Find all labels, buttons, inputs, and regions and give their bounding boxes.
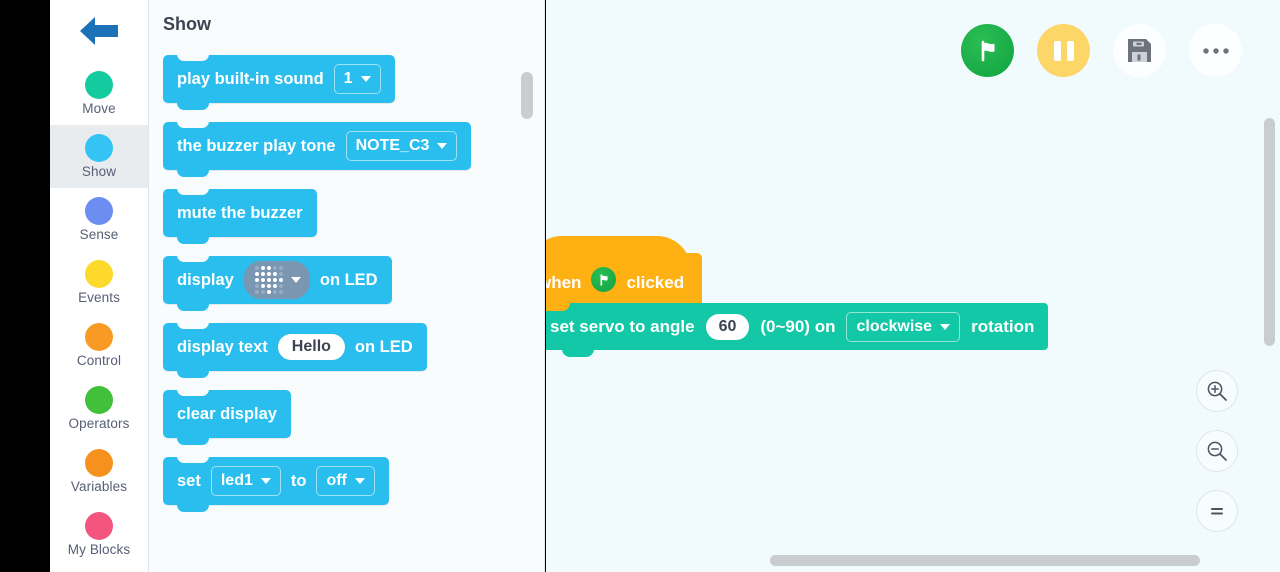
led-matrix-heart-icon	[254, 266, 283, 294]
back-button[interactable]	[50, 0, 148, 62]
script-canvas[interactable]: when clicked set servo to angle 60 (0~9	[546, 0, 1280, 572]
block-label: set	[177, 471, 201, 490]
category-color-dot	[85, 449, 113, 478]
sidebar-item-my-blocks[interactable]: My Blocks	[50, 503, 148, 566]
display-text-on-led-text-input[interactable]: Hello	[277, 334, 345, 360]
sidebar-item-label: My Blocks	[67, 542, 131, 558]
category-list: Move Show Sense Events Control Operators Varia…	[50, 62, 148, 566]
set-led-to-target-dropdown[interactable]: led1	[210, 466, 281, 496]
chevron-down-icon	[260, 478, 271, 484]
sidebar-item-label: Move	[82, 101, 116, 117]
servo-post-label: rotation	[971, 316, 1035, 336]
block-label: mute the buzzer	[177, 203, 303, 222]
block-label-post: on LED	[319, 270, 378, 289]
palette-block-buzzer-play-tone[interactable]: the buzzer play tone NOTE_C3	[163, 121, 472, 177]
dropdown-value: NOTE_C3	[355, 137, 430, 154]
sidebar-item-move[interactable]: Move	[50, 62, 148, 125]
zoom-controls	[1196, 370, 1238, 532]
sidebar-item-label: Show	[81, 164, 117, 180]
block-label: display	[177, 270, 234, 289]
pause-button[interactable]	[1037, 24, 1090, 77]
when-flag-clicked-block[interactable]: when clicked	[546, 236, 703, 311]
canvas-horizontal-scrollbar-thumb[interactable]	[770, 555, 1200, 566]
palette-block-play-built-in-sound[interactable]: play built-in sound 1	[163, 54, 395, 110]
magnifier-plus-icon	[1207, 381, 1227, 401]
palette-block-display-on-led[interactable]: display on LED	[163, 255, 392, 311]
sidebar-item-events[interactable]: Events	[50, 251, 148, 314]
chevron-down-icon	[290, 277, 301, 283]
chevron-down-icon	[360, 76, 371, 82]
servo-range-label: (0~90) on	[760, 316, 836, 336]
zoom-out-button[interactable]	[1196, 430, 1238, 472]
palette-block-clear-display[interactable]: clear display	[163, 389, 291, 445]
sidebar-item-label: Events	[78, 290, 120, 306]
play-built-in-sound-dropdown[interactable]: 1	[333, 64, 381, 94]
servo-direction-value: clockwise	[856, 317, 933, 335]
sidebar-item-variables[interactable]: Variables	[50, 440, 148, 503]
magnifier-minus-icon	[1207, 441, 1227, 461]
sidebar-item-label: Control	[76, 353, 122, 369]
green-flag-icon	[981, 40, 994, 61]
ellipsis-icon	[1202, 47, 1229, 54]
block-label-post: on LED	[354, 337, 413, 356]
palette-title: Show	[163, 14, 211, 34]
zoom-in-button[interactable]	[1196, 370, 1238, 412]
dropdown-value: off	[326, 472, 347, 489]
chevron-down-icon	[354, 478, 365, 484]
save-button[interactable]	[1113, 24, 1166, 77]
chevron-down-icon	[940, 323, 951, 330]
category-color-dot	[85, 323, 113, 352]
category-color-dot	[85, 134, 113, 163]
block-label: play built-in sound	[177, 69, 324, 88]
servo-pre-label: set servo to angle	[550, 316, 695, 336]
palette-scrollbar-thumb[interactable]	[521, 72, 533, 119]
category-color-dot	[85, 71, 113, 100]
zoom-reset-button[interactable]	[1196, 490, 1238, 532]
sidebar-item-label: Sense	[79, 227, 119, 243]
floppy-disk-icon	[1128, 39, 1151, 62]
block-label: clear display	[177, 404, 277, 423]
more-options-button[interactable]	[1189, 24, 1242, 77]
pause-icon	[1053, 40, 1074, 61]
block-label: the buzzer play tone	[177, 136, 336, 155]
sidebar-item-label: Variables	[70, 479, 128, 495]
buzzer-play-tone-dropdown[interactable]: NOTE_C3	[345, 131, 458, 161]
green-flag-button[interactable]	[961, 24, 1014, 77]
category-color-dot	[85, 512, 113, 541]
category-sidebar: Move Show Sense Events Control Operators Varia…	[50, 0, 149, 572]
category-color-dot	[85, 260, 113, 289]
block-label: display text	[177, 337, 268, 356]
sidebar-item-control[interactable]: Control	[50, 314, 148, 377]
back-arrow-icon	[80, 17, 118, 45]
dropdown-value: 1	[343, 70, 353, 87]
sidebar-item-sense[interactable]: Sense	[50, 188, 148, 251]
green-flag-icon	[591, 267, 617, 292]
sidebar-item-label: Operators	[68, 416, 130, 432]
palette-block-mute-the-buzzer[interactable]: mute the buzzer	[163, 188, 317, 244]
canvas-toolbar	[961, 24, 1242, 77]
palette-block-display-text-on-led[interactable]: display text Hello on LED	[163, 322, 427, 378]
hat-post-label: clicked	[626, 273, 685, 292]
script-stack[interactable]: when clicked set servo to angle 60 (0~9	[546, 236, 1049, 357]
servo-direction-dropdown[interactable]: clockwise	[846, 311, 961, 342]
canvas-vertical-scrollbar-thumb[interactable]	[1264, 118, 1275, 346]
led-matrix-picker[interactable]	[243, 261, 310, 299]
category-color-dot	[85, 386, 113, 415]
palette-block-set-led-to[interactable]: set led1 to off	[163, 456, 389, 512]
dropdown-value: led1	[220, 472, 253, 489]
set-led-to-state-dropdown[interactable]: off	[316, 466, 375, 496]
left-black-band	[0, 0, 50, 572]
equals-icon	[1211, 508, 1223, 515]
block-label-mid: to	[290, 471, 307, 490]
category-color-dot	[85, 197, 113, 226]
set-servo-angle-block[interactable]: set servo to angle 60 (0~90) on clockwis…	[546, 303, 1049, 357]
block-palette: Show play built-in sound 1 the buzzer play…	[149, 0, 545, 572]
palette-block-list: play built-in sound 1 the buzzer play tone…	[149, 54, 544, 524]
app-root: Move Show Sense Events Control Operators Varia…	[0, 0, 1280, 572]
hat-pre-label: when	[546, 273, 582, 292]
sidebar-item-show[interactable]: Show	[50, 125, 148, 188]
servo-angle-input[interactable]: 60	[705, 313, 750, 340]
sidebar-item-operators[interactable]: Operators	[50, 377, 148, 440]
chevron-down-icon	[437, 143, 448, 149]
